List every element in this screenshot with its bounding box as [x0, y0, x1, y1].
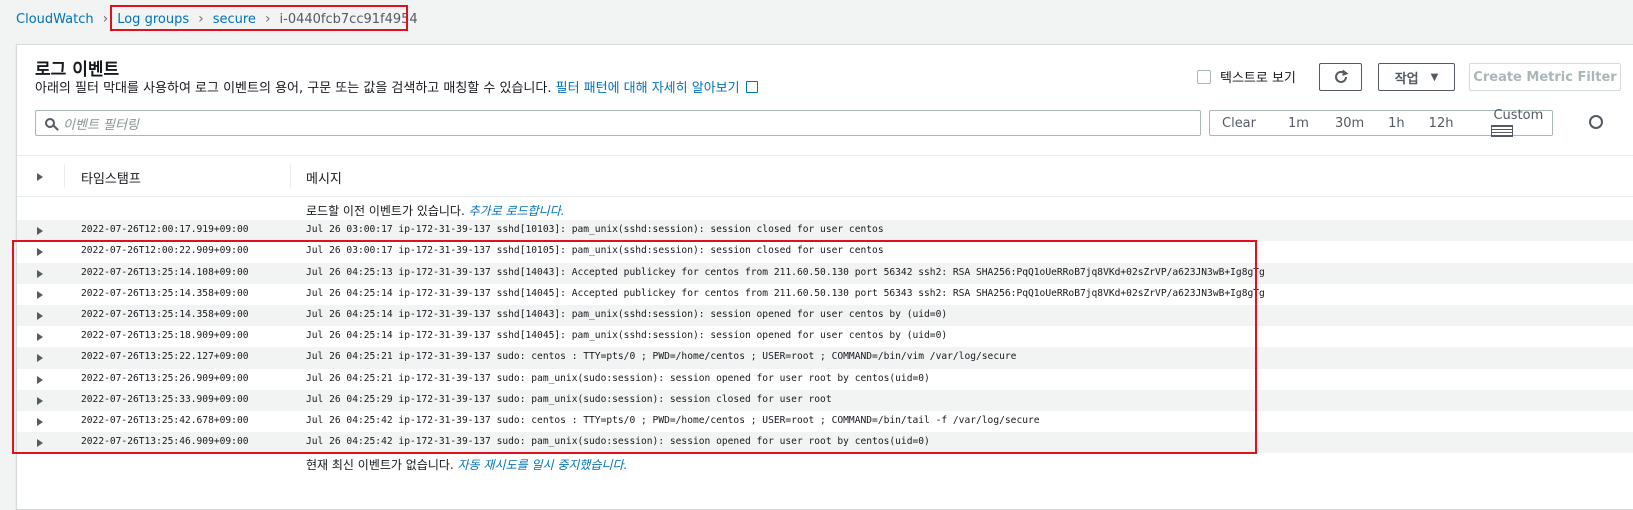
row-timestamp: 2022-07-26T13:25:14.108+09:00 [81, 266, 249, 278]
search-icon [45, 118, 55, 128]
column-divider [64, 164, 65, 188]
time-1m-button[interactable]: 1m [1266, 116, 1319, 131]
row-message: Jul 26 04:25:13 ip-172-31-39-137 sshd[14… [306, 266, 1265, 278]
calendar-icon [1491, 124, 1514, 137]
text-view-toggle[interactable]: 텍스트로 보기 [1197, 67, 1296, 86]
expand-row-icon[interactable] [37, 290, 43, 299]
breadcrumb-log-group-secure[interactable]: secure [213, 12, 256, 27]
description-text: 아래의 필터 막대를 사용하여 로그 이벤트의 용어, 구문 또는 값을 검색하… [35, 81, 552, 96]
table-row[interactable]: 2022-07-26T13:25:18.909+09:00 Jul 26 04:2… [17, 326, 1633, 347]
table-header: 타임스탬프 메시지 [17, 155, 1633, 197]
row-timestamp: 2022-07-26T13:25:18.909+09:00 [81, 330, 249, 342]
expand-row-icon[interactable] [37, 227, 43, 236]
table-row[interactable]: 2022-07-26T13:25:14.358+09:00 Jul 26 04:2… [17, 304, 1633, 327]
table-row[interactable]: 2022-07-26T12:00:22.909+09:00 Jul 26 03:0… [17, 241, 1633, 262]
load-earlier-text: 로드할 이전 이벤트가 있습니다. [306, 204, 465, 218]
text-view-label: 텍스트로 보기 [1220, 71, 1296, 86]
time-1h-button[interactable]: 1h [1374, 116, 1415, 131]
no-newer-text: 현재 최신 이벤트가 없습니다. [306, 458, 454, 473]
row-message: Jul 26 03:00:17 ip-172-31-39-137 sshd[10… [306, 245, 884, 257]
chevron-right-icon: › [264, 11, 271, 27]
table-row[interactable]: 2022-07-26T13:25:26.909+09:00 Jul 26 04:2… [17, 369, 1633, 390]
table-row[interactable]: 2022-07-26T13:25:14.108+09:00 Jul 26 04:2… [17, 262, 1633, 284]
settings-gear-icon[interactable] [1589, 115, 1603, 129]
external-link-icon [745, 81, 758, 93]
log-events-table: 로드할 이전 이벤트가 있습니다. 추가로 로드합니다. 2022-07-26T… [17, 199, 1633, 474]
page-description: 아래의 필터 막대를 사용하여 로그 이벤트의 용어, 구문 또는 값을 검색하… [35, 77, 758, 96]
learn-more-link[interactable]: 필터 패턴에 대해 자세히 알아보기 [556, 81, 740, 96]
breadcrumb-log-groups[interactable]: Log groups [117, 12, 189, 27]
expand-row-icon[interactable] [37, 333, 43, 342]
load-earlier-message: 로드할 이전 이벤트가 있습니다. 추가로 로드합니다. [306, 202, 565, 219]
column-header-message[interactable]: 메시지 [306, 168, 342, 187]
row-timestamp: 2022-07-26T12:00:22.909+09:00 [81, 245, 249, 257]
expand-row-icon[interactable] [37, 417, 43, 426]
time-range-selector: Clear 1m 30m 1h 12h Custom [1209, 108, 1553, 137]
refresh-button[interactable] [1319, 63, 1362, 91]
row-message: Jul 26 04:25:29 ip-172-31-39-137 sudo: p… [306, 393, 832, 405]
row-message: Jul 26 04:25:42 ip-172-31-39-137 sudo: c… [306, 414, 1040, 426]
row-message: Jul 26 04:25:42 ip-172-31-39-137 sudo: p… [306, 436, 930, 448]
expand-row-icon[interactable] [37, 396, 43, 405]
expand-row-icon[interactable] [37, 439, 43, 448]
row-timestamp: 2022-07-26T13:25:33.909+09:00 [81, 393, 249, 405]
table-row[interactable]: 2022-07-26T13:25:14.358+09:00 Jul 26 04:2… [17, 284, 1633, 305]
row-message: Jul 26 04:25:14 ip-172-31-39-137 sshd[14… [306, 308, 948, 320]
log-events-panel: 로그 이벤트 아래의 필터 막대를 사용하여 로그 이벤트의 용어, 구문 또는… [16, 44, 1633, 510]
expand-row-icon[interactable] [37, 354, 43, 363]
table-row[interactable]: 2022-07-26T13:25:22.127+09:00 Jul 26 04:2… [17, 347, 1633, 369]
row-timestamp: 2022-07-26T13:25:14.358+09:00 [81, 308, 249, 320]
row-message: Jul 26 04:25:21 ip-172-31-39-137 sudo: p… [306, 372, 930, 384]
no-newer-message: 현재 최신 이벤트가 없습니다. 자동 재시도를 일시 중지했습니다. [306, 456, 627, 473]
actions-label: 작업 [1394, 71, 1419, 87]
time-12h-button[interactable]: 12h [1415, 116, 1464, 131]
row-timestamp: 2022-07-26T13:25:26.909+09:00 [81, 372, 249, 384]
table-row[interactable]: 2022-07-26T13:25:33.909+09:00 Jul 26 04:2… [17, 389, 1633, 411]
row-message: Jul 26 04:25:14 ip-172-31-39-137 sshd[14… [306, 330, 948, 342]
expand-row-icon[interactable] [37, 269, 43, 278]
text-view-checkbox[interactable] [1197, 69, 1211, 84]
table-row[interactable]: 2022-07-26T13:25:46.909+09:00 Jul 26 04:2… [17, 432, 1633, 454]
load-more-link[interactable]: 추가로 로드합니다. [469, 204, 565, 218]
auto-retry-link[interactable]: 자동 재시도를 일시 중지했습니다. [458, 458, 628, 472]
row-message: Jul 26 03:00:17 ip-172-31-39-137 sshd[10… [306, 224, 884, 236]
table-row[interactable]: 2022-07-26T13:25:42.678+09:00 Jul 26 04:2… [17, 411, 1633, 432]
row-timestamp: 2022-07-26T13:25:46.909+09:00 [81, 436, 249, 448]
expand-row-icon[interactable] [37, 311, 43, 320]
actions-button[interactable]: 작업 ▼ [1378, 63, 1455, 91]
row-timestamp: 2022-07-26T13:25:22.127+09:00 [81, 351, 249, 363]
breadcrumb-cloudwatch[interactable]: CloudWatch [16, 12, 94, 27]
time-clear-button[interactable]: Clear [1210, 116, 1266, 131]
chevron-right-icon: › [198, 11, 204, 27]
breadcrumb-log-stream: i-0440fcb7cc91f4954 [279, 11, 418, 27]
expand-row-icon[interactable] [37, 248, 43, 257]
row-timestamp: 2022-07-26T13:25:42.678+09:00 [81, 414, 249, 426]
table-row[interactable]: 2022-07-26T12:00:17.919+09:00 Jul 26 03:0… [17, 220, 1633, 242]
row-timestamp: 2022-07-26T12:00:17.919+09:00 [81, 224, 249, 236]
no-newer-events-row: 현재 최신 이벤트가 없습니다. 자동 재시도를 일시 중지했습니다. [17, 453, 1633, 474]
chevron-right-icon: › [102, 11, 109, 27]
column-header-timestamp[interactable]: 타임스탬프 [81, 168, 141, 187]
time-30m-button[interactable]: 30m [1319, 116, 1374, 131]
refresh-icon [1334, 69, 1349, 83]
caret-down-icon: ▼ [1430, 71, 1439, 83]
time-custom-label: Custom [1493, 107, 1544, 123]
row-timestamp: 2022-07-26T13:25:14.358+09:00 [81, 287, 249, 299]
row-message: Jul 26 04:25:21 ip-172-31-39-137 sudo: c… [306, 351, 1017, 363]
time-custom-button[interactable]: Custom [1463, 108, 1563, 139]
search-placeholder: 이벤트 필터링 [63, 117, 139, 133]
column-divider [290, 164, 291, 188]
expand-all-icon[interactable] [37, 173, 43, 181]
load-earlier-row: 로드할 이전 이벤트가 있습니다. 추가로 로드합니다. [17, 199, 1633, 220]
create-metric-filter-button[interactable]: Create Metric Filter [1469, 63, 1621, 91]
row-message: Jul 26 04:25:14 ip-172-31-39-137 sshd[14… [306, 287, 1265, 299]
expand-row-icon[interactable] [37, 375, 43, 384]
breadcrumb: CloudWatch › Log groups › secure › i-044… [16, 0, 418, 38]
filter-events-input[interactable]: 이벤트 필터링 [35, 110, 1201, 136]
